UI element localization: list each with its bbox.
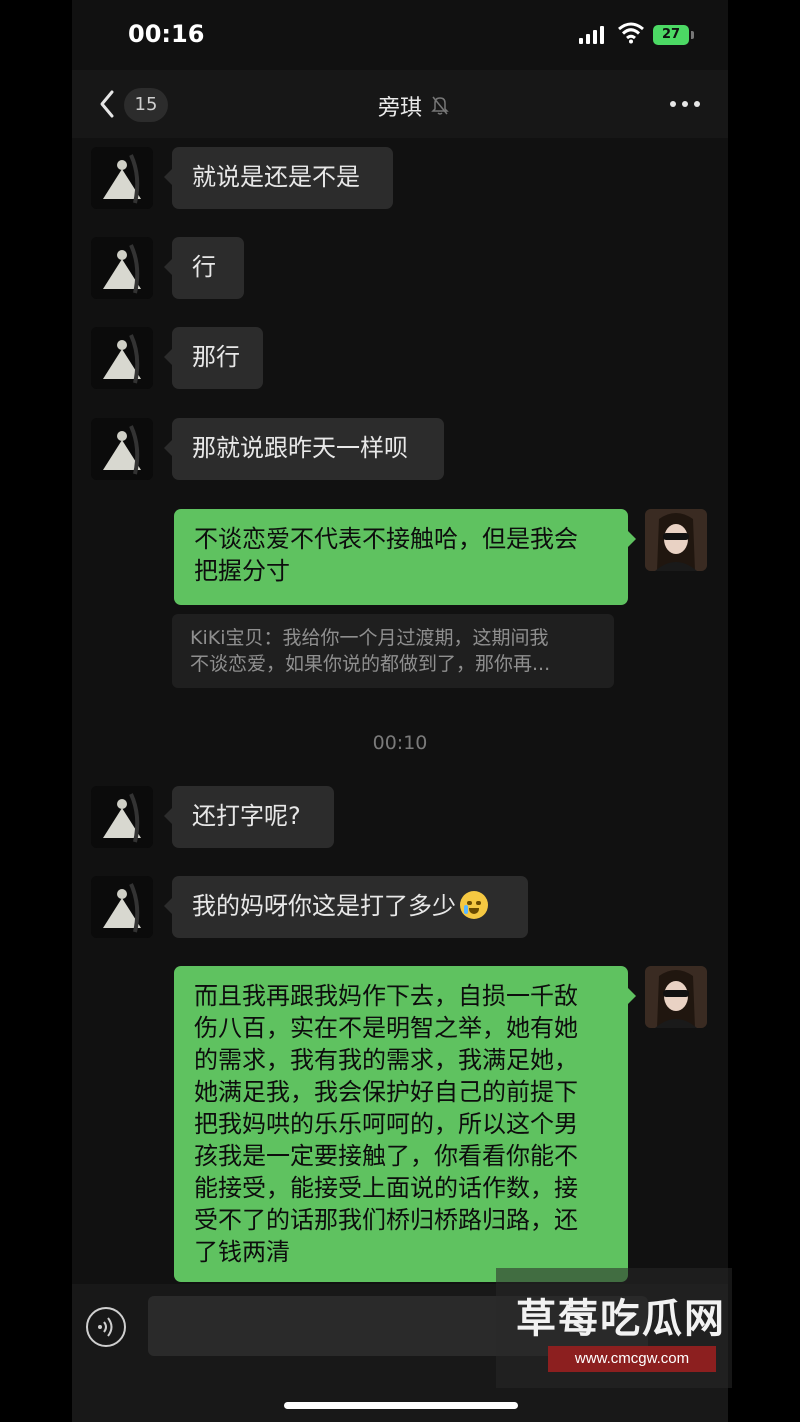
message-bubble-incoming[interactable]: 那就说跟昨天一样呗 [164,418,444,480]
contact-avatar[interactable] [91,327,153,389]
battery-indicator: 27 [653,25,689,45]
message-bubble-incoming[interactable]: 还打字呢? [164,786,334,848]
contact-avatar[interactable] [91,147,153,209]
signal-icon [579,26,605,44]
message-text: 我的妈呀你这是打了多少 [192,892,456,920]
message-bubble-incoming[interactable]: 行 [164,237,244,299]
chat-title: 旁琪 [377,96,422,121]
contact-avatar[interactable] [91,237,153,299]
self-avatar[interactable] [645,509,707,571]
message-bubble-incoming[interactable]: 我的妈呀你这是打了多少 [164,876,528,938]
contact-avatar[interactable] [91,418,153,480]
message-bubble-outgoing[interactable]: 不谈恋爱不代表不接触哈，但是我会 把握分寸 [174,509,636,605]
status-bar: 00:16 27 [72,0,728,70]
voice-icon [98,1317,113,1337]
message-bubble-incoming[interactable]: 那行 [164,327,263,389]
self-avatar[interactable] [645,966,707,1028]
message-bubble-incoming[interactable]: 就说是还是不是 [164,147,393,209]
message-bubble-outgoing[interactable]: 而且我再跟我妈作下去，自损一千敌 伤八百，实在不是明智之举，她有她 的需求，我有… [174,966,636,1282]
watermark-url: www.cmcgw.com [548,1346,716,1372]
voice-input-button[interactable] [86,1307,126,1347]
watermark-logo: 草莓吃瓜网 www.cmcgw.com [496,1268,732,1388]
battery-tip [691,31,694,39]
status-time: 00:16 [128,20,205,48]
mute-bell-icon [431,96,449,115]
contact-avatar[interactable] [91,876,153,938]
watermark-title: 草莓吃瓜网 [516,1296,726,1342]
home-indicator [284,1402,518,1409]
chat-screen: 00:16 27 15 旁琪 就说是还是不是 行 那行 那就说跟昨天一样呗 不谈… [72,0,728,1422]
quoted-reply[interactable]: KiKi宝贝：我给你一个月过渡期，这期间我 不谈恋爱，如果你说的都做到了，那你再… [172,614,614,688]
message-timestamp: 00:10 [372,732,428,754]
chat-header: 15 旁琪 [72,70,728,138]
more-options-button[interactable] [668,98,702,110]
contact-avatar[interactable] [91,786,153,848]
crying-face-emoji-icon [460,891,488,919]
wifi-icon [618,22,644,44]
